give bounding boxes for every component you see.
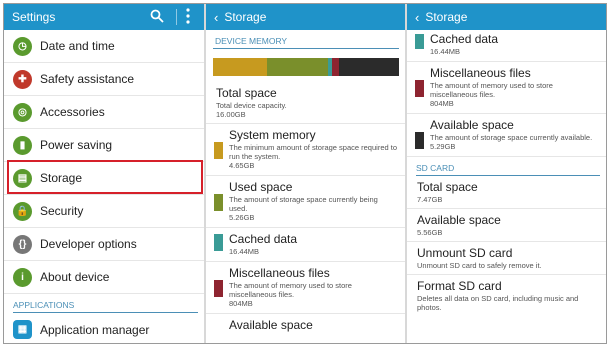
device-memory-section-header: DEVICE MEMORY: [215, 36, 288, 46]
settings-title: Settings: [12, 10, 56, 24]
settings-item-label: Application manager: [40, 322, 150, 337]
unmount-sd-card-desc: Unmount SD card to safely remove it.: [417, 261, 542, 270]
cached-data-value: 16.44MB: [430, 47, 461, 56]
storage-panel-left: ‹ Storage DEVICE MEMORY Total space Tota…: [206, 4, 405, 343]
used-space-value: 5.26GB: [229, 213, 255, 222]
settings-item-label: About device: [40, 270, 110, 284]
settings-item-label: Safety assistance: [40, 72, 135, 86]
total-space-value: 16.00GB: [216, 110, 246, 119]
back-arrow-icon[interactable]: ‹: [415, 10, 419, 25]
cached-data-swatch: [214, 234, 223, 251]
cached-data-row[interactable]: Cached data 16.44MB: [206, 228, 405, 262]
storage-topbar-right: ‹ Storage: [407, 4, 606, 30]
used-space-title: Used space: [229, 180, 293, 194]
sd-card-section-header: SD CARD: [416, 163, 455, 173]
available-space-row[interactable]: Available space The amount of storage sp…: [407, 114, 606, 157]
misc-files-value: 804MB: [229, 299, 253, 308]
total-space-title: Total space: [216, 86, 277, 100]
used-space-swatch: [214, 194, 223, 211]
usage-bar-segment-misc: [332, 58, 340, 76]
settings-item-safety-assistance[interactable]: ✚ Safety assistance: [4, 63, 204, 96]
screenshot-frame: Settings ◷ Date and time ✚ Safety assistanc…: [3, 3, 607, 344]
clock-icon: ◷: [13, 36, 32, 56]
sd-total-space-title: Total space: [417, 180, 478, 194]
system-memory-swatch: [214, 142, 223, 159]
storage-title-left: Storage: [224, 10, 267, 24]
sd-available-space-title: Available space: [417, 213, 501, 227]
settings-item-date-and-time[interactable]: ◷ Date and time: [4, 30, 204, 63]
settings-item-developer-options[interactable]: {} Developer options: [4, 228, 204, 261]
storage-highlight-box: [7, 160, 203, 194]
settings-item-label: Date and time: [40, 39, 115, 53]
available-space-swatch: [415, 132, 424, 149]
used-space-row[interactable]: Used space The amount of storage space c…: [206, 176, 405, 228]
back-arrow-icon[interactable]: ‹: [214, 10, 218, 25]
sd-available-space-value: 5.56GB: [417, 228, 443, 237]
applications-section-header: APPLICATIONS: [13, 300, 75, 310]
system-memory-value: 4.65GB: [229, 161, 255, 170]
cached-data-title: Cached data: [229, 232, 298, 246]
usage-bar-segment-system: [213, 58, 267, 76]
cached-data-swatch: [415, 34, 424, 49]
battery-icon: ▮: [13, 135, 32, 155]
format-sd-card-row[interactable]: Format SD card Deletes all data on SD ca…: [407, 275, 606, 316]
settings-item-label: Developer options: [40, 237, 137, 251]
settings-item-about-device[interactable]: i About device: [4, 261, 204, 294]
misc-files-swatch: [415, 80, 424, 97]
misc-files-title: Miscellaneous files: [229, 266, 330, 280]
storage-topbar-left: ‹ Storage: [206, 4, 405, 30]
misc-files-desc: The amount of memory used to store misce…: [229, 281, 352, 299]
usage-bar-segment-used: [266, 58, 329, 76]
misc-files-value: 804MB: [430, 99, 454, 108]
system-memory-desc: The minimum amount of storage space requ…: [229, 143, 397, 161]
available-space-title: Available space: [430, 118, 514, 132]
sd-available-space-row[interactable]: Available space 5.56GB: [407, 209, 606, 242]
cached-data-title: Cached data: [430, 32, 499, 46]
misc-files-title: Miscellaneous files: [430, 66, 531, 80]
sd-total-space-value: 7.47GB: [417, 195, 443, 204]
grid-icon: ▦: [13, 320, 32, 339]
storage-title-right: Storage: [425, 10, 468, 24]
available-space-row-partial[interactable]: Available space: [206, 314, 405, 337]
cached-data-row-right[interactable]: Cached data 16.44MB: [407, 30, 606, 62]
settings-item-label: Security: [40, 204, 84, 218]
lock-icon: 🔒: [13, 201, 32, 221]
accessories-icon: ◎: [13, 102, 32, 122]
settings-item-label: Accessories: [40, 105, 105, 119]
search-icon[interactable]: [150, 9, 164, 26]
usage-bar-segment-available: [339, 58, 399, 76]
available-space-value: 5.29GB: [430, 142, 456, 151]
storage-panel-right: ‹ Storage Cached data 16.44MB Miscellane…: [407, 4, 606, 343]
misc-files-row[interactable]: Miscellaneous files The amount of memory…: [206, 262, 405, 314]
info-icon: i: [13, 267, 32, 287]
system-memory-title: System memory: [229, 128, 316, 142]
format-sd-card-desc: Deletes all data on SD card, including m…: [417, 294, 579, 312]
total-space-desc: Total device capacity.: [216, 101, 287, 110]
available-space-desc: The amount of storage space currently av…: [430, 133, 593, 142]
available-space-title-partial: Available space: [229, 318, 313, 332]
settings-item-security[interactable]: 🔒 Security: [4, 195, 204, 228]
format-sd-card-title: Format SD card: [417, 279, 502, 293]
settings-item-power-saving[interactable]: ▮ Power saving: [4, 129, 204, 162]
sd-total-space-row[interactable]: Total space 7.47GB: [407, 176, 606, 209]
misc-files-swatch: [214, 280, 223, 297]
alert-icon: ✚: [13, 69, 32, 89]
system-memory-row[interactable]: System memory The minimum amount of stor…: [206, 124, 405, 176]
cached-data-value: 16.44MB: [229, 247, 260, 256]
total-space-row[interactable]: Total space Total device capacity. 16.00…: [206, 82, 405, 124]
settings-topbar: Settings: [4, 4, 204, 30]
misc-files-desc: The amount of memory used to store misce…: [430, 81, 553, 99]
unmount-sd-card-row[interactable]: Unmount SD card Unmount SD card to safel…: [407, 242, 606, 275]
settings-panel: Settings ◷ Date and time ✚ Safety assistanc…: [4, 4, 204, 343]
settings-item-label: Power saving: [40, 138, 113, 152]
more-options-icon[interactable]: [186, 8, 190, 27]
storage-usage-bar: [213, 58, 399, 76]
settings-item-accessories[interactable]: ◎ Accessories: [4, 96, 204, 129]
unmount-sd-card-title: Unmount SD card: [417, 246, 513, 260]
used-space-desc: The amount of storage space currently be…: [229, 195, 378, 213]
braces-icon: {}: [13, 234, 32, 254]
settings-item-application-manager[interactable]: ▦ Application manager: [4, 313, 204, 343]
misc-files-row-right[interactable]: Miscellaneous files The amount of memory…: [407, 62, 606, 114]
